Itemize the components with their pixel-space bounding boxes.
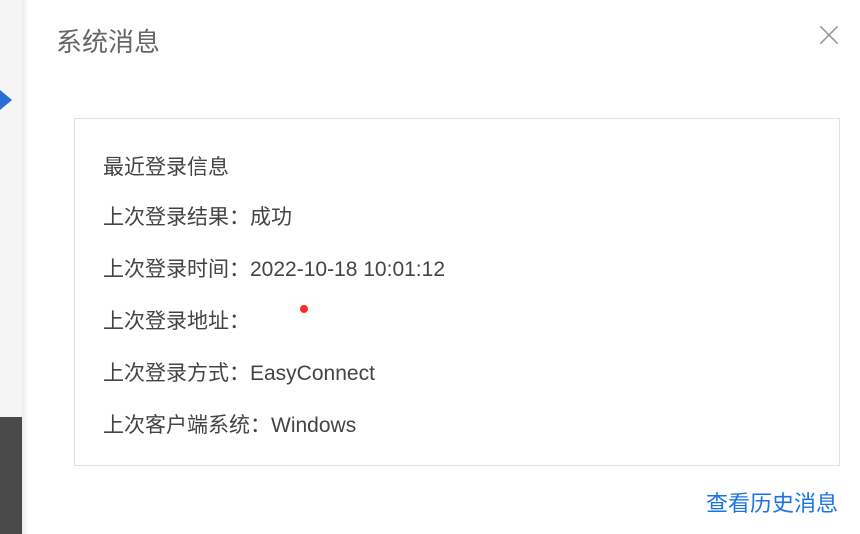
value-last-login-time: 2022-10-18 10:01:12 (250, 258, 445, 282)
system-message-dialog: 系统消息 最近登录信息 上次登录结果： 成功 上次登录时间： 2022-10-1… (28, 0, 860, 534)
value-last-login-method: EasyConnect (250, 362, 375, 386)
dialog-title: 系统消息 (56, 22, 160, 59)
login-info-panel: 最近登录信息 上次登录结果： 成功 上次登录时间： 2022-10-18 10:… (74, 118, 840, 466)
row-last-login-address: 上次登录地址： (103, 305, 811, 335)
label-last-login-method: 上次登录方式： (103, 357, 250, 387)
label-last-login-time: 上次登录时间： (103, 253, 250, 283)
close-icon (816, 22, 842, 48)
row-last-login-result: 上次登录结果： 成功 (103, 201, 811, 231)
value-last-client-os: Windows (271, 414, 356, 438)
left-bottom-dark (0, 417, 22, 534)
row-last-login-time: 上次登录时间： 2022-10-18 10:01:12 (103, 253, 811, 283)
row-last-client-os: 上次客户端系统： Windows (103, 409, 811, 439)
row-last-login-method: 上次登录方式： EasyConnect (103, 357, 811, 387)
label-last-client-os: 上次客户端系统： (103, 409, 271, 439)
label-last-login-address: 上次登录地址： (103, 305, 250, 335)
red-dot-marker (300, 305, 308, 313)
label-last-login-result: 上次登录结果： (103, 201, 250, 231)
login-info-heading: 最近登录信息 (103, 151, 811, 181)
view-history-link[interactable]: 查看历史消息 (706, 486, 838, 518)
left-arrow-indicator (0, 90, 12, 110)
value-last-login-result: 成功 (250, 201, 292, 231)
close-button[interactable] (816, 22, 842, 48)
